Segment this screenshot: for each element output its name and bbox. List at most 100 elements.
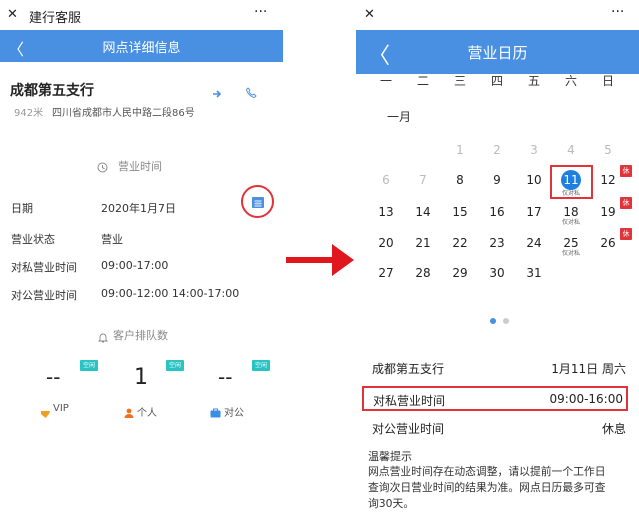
calendar-day[interactable]: 13 bbox=[368, 205, 404, 219]
person-icon bbox=[124, 403, 134, 418]
queue-label: 个人 bbox=[137, 408, 157, 419]
calendar-day[interactable]: 25 仅对私 bbox=[553, 236, 589, 258]
day-number: 30 bbox=[489, 266, 505, 280]
queue-count: 1 bbox=[134, 365, 148, 390]
day-note: 仅对私 bbox=[561, 219, 580, 226]
right-screen: ✕ ··· 〈 营业日历 一二三四五六日 一月 1 2 3 4 5 6 7 8 9 10 11 仅对私… bbox=[356, 0, 639, 516]
calendar-day[interactable]: 23 bbox=[479, 236, 515, 250]
calendar-day: 7 bbox=[405, 173, 441, 187]
detail-row-private-hours: 对私营业时间 09:00-16:00 bbox=[362, 386, 628, 411]
back-icon[interactable]: 〈 bbox=[368, 38, 390, 70]
day-number: 26 bbox=[600, 236, 616, 250]
right-header: 〈 营业日历 bbox=[356, 30, 639, 74]
calendar-day[interactable]: 31 bbox=[516, 266, 552, 280]
calendar-day[interactable]: 10 bbox=[516, 173, 552, 187]
branch-distance: 942米 bbox=[14, 108, 44, 119]
day-number: 13 bbox=[378, 205, 394, 219]
page-title: 营业日历 bbox=[467, 43, 528, 62]
queue-count: -- bbox=[218, 365, 233, 389]
calendar-day[interactable]: 9 bbox=[479, 173, 515, 187]
calendar-day[interactable]: 28 bbox=[405, 266, 441, 280]
calendar-day[interactable]: 24 bbox=[516, 236, 552, 250]
day-number: 2 bbox=[493, 143, 501, 157]
detail-value: 休息 bbox=[601, 422, 626, 436]
day-number: 18 bbox=[563, 205, 579, 219]
day-number: 4 bbox=[567, 143, 575, 157]
weekday-label: 三 bbox=[453, 74, 466, 88]
calendar-icon-button[interactable] bbox=[241, 185, 274, 218]
day-number: 14 bbox=[415, 205, 431, 219]
day-number: 24 bbox=[526, 236, 542, 250]
calendar-day[interactable]: 21 bbox=[405, 236, 441, 250]
calendar-day[interactable]: 17 bbox=[516, 205, 552, 219]
weekday-label: 日 bbox=[601, 74, 614, 88]
queue-section-title: 客户排队数 bbox=[113, 329, 168, 342]
queue-status-badge: 空闲 bbox=[252, 360, 270, 371]
calendar-icon bbox=[251, 196, 264, 208]
detail-label: 对私营业时间 bbox=[373, 394, 446, 408]
queue-count: -- bbox=[46, 365, 61, 389]
briefcase-icon bbox=[210, 403, 221, 418]
phone-icon[interactable] bbox=[246, 83, 257, 98]
row-value: 09:00-12:00 14:00-17:00 bbox=[101, 287, 240, 300]
calendar-day[interactable]: 16 bbox=[479, 205, 515, 219]
hours-section-title: 营业时间 bbox=[118, 160, 162, 173]
left-topbar: ✕ 建行客服 ··· bbox=[0, 0, 283, 30]
calendar-day[interactable]: 8 bbox=[442, 173, 478, 187]
day-number: 28 bbox=[415, 266, 431, 280]
day-number: 12 bbox=[600, 173, 616, 187]
close-icon[interactable]: ✕ bbox=[364, 7, 375, 22]
calendar-day[interactable]: 18 仅对私 bbox=[553, 205, 589, 227]
day-number: 6 bbox=[382, 173, 390, 187]
queue-status-badge: 空闲 bbox=[80, 360, 98, 371]
calendar-day[interactable]: 27 bbox=[368, 266, 404, 280]
back-icon[interactable]: 〈 bbox=[8, 36, 24, 60]
calendar-day[interactable]: 29 bbox=[442, 266, 478, 280]
queue-status-badge: 空闲 bbox=[166, 360, 184, 371]
day-number: 3 bbox=[530, 143, 538, 157]
day-number: 10 bbox=[526, 173, 542, 187]
more-icon[interactable]: ··· bbox=[611, 4, 624, 20]
weekday-label: 五 bbox=[527, 74, 540, 88]
calendar-day[interactable]: 22 bbox=[442, 236, 478, 250]
detail-value: 1月11日 周六 bbox=[551, 362, 626, 376]
page-indicator bbox=[490, 309, 510, 328]
calendar-day: 2 bbox=[479, 143, 515, 157]
day-number: 19 bbox=[600, 205, 616, 219]
calendar-day[interactable]: 15 bbox=[442, 205, 478, 219]
day-number: 20 bbox=[378, 236, 394, 250]
day-number: 5 bbox=[604, 143, 612, 157]
day-number: 23 bbox=[489, 236, 505, 250]
page-dot-active bbox=[490, 318, 496, 324]
detail-label: 对公营业时间 bbox=[372, 422, 445, 436]
weekday-label: 六 bbox=[564, 74, 577, 88]
page-title: 网点详细信息 bbox=[102, 40, 181, 56]
day-number: 9 bbox=[493, 173, 501, 187]
weekday-label: 二 bbox=[416, 74, 429, 88]
arrow-right-icon bbox=[286, 240, 356, 280]
selected-day-highlight bbox=[550, 165, 593, 199]
day-number: 8 bbox=[456, 173, 464, 187]
left-screen: ✕ 建行客服 ··· 〈 网点详细信息 成都第五支行 942米 四川省成都市人民… bbox=[0, 0, 283, 516]
row-value: 营业 bbox=[101, 233, 123, 246]
navigate-icon[interactable] bbox=[212, 84, 222, 98]
day-note: 仅对私 bbox=[561, 250, 580, 257]
row-label: 对公营业时间 bbox=[11, 289, 77, 302]
right-topbar: ✕ ··· bbox=[356, 0, 639, 30]
day-number: 25 bbox=[563, 236, 579, 250]
detail-value: 09:00-16:00 bbox=[549, 392, 624, 406]
queue-label: VIP bbox=[53, 403, 69, 414]
calendar-day[interactable]: 30 bbox=[479, 266, 515, 280]
tip-line: 网点营业时间存在动态调整，请以提前一个工作日 bbox=[368, 465, 606, 478]
more-icon[interactable]: ··· bbox=[254, 4, 267, 20]
holiday-badge: 休 bbox=[620, 197, 632, 209]
calendar-day[interactable]: 14 bbox=[405, 205, 441, 219]
page-dot bbox=[503, 318, 510, 324]
day-number: 22 bbox=[452, 236, 468, 250]
row-value: 09:00-17:00 bbox=[101, 259, 169, 272]
row-label: 对私营业时间 bbox=[11, 261, 77, 274]
calendar-day[interactable]: 20 bbox=[368, 236, 404, 250]
close-icon[interactable]: ✕ bbox=[7, 7, 18, 22]
vip-icon bbox=[40, 404, 51, 418]
branch-name: 成都第五支行 bbox=[10, 83, 94, 99]
